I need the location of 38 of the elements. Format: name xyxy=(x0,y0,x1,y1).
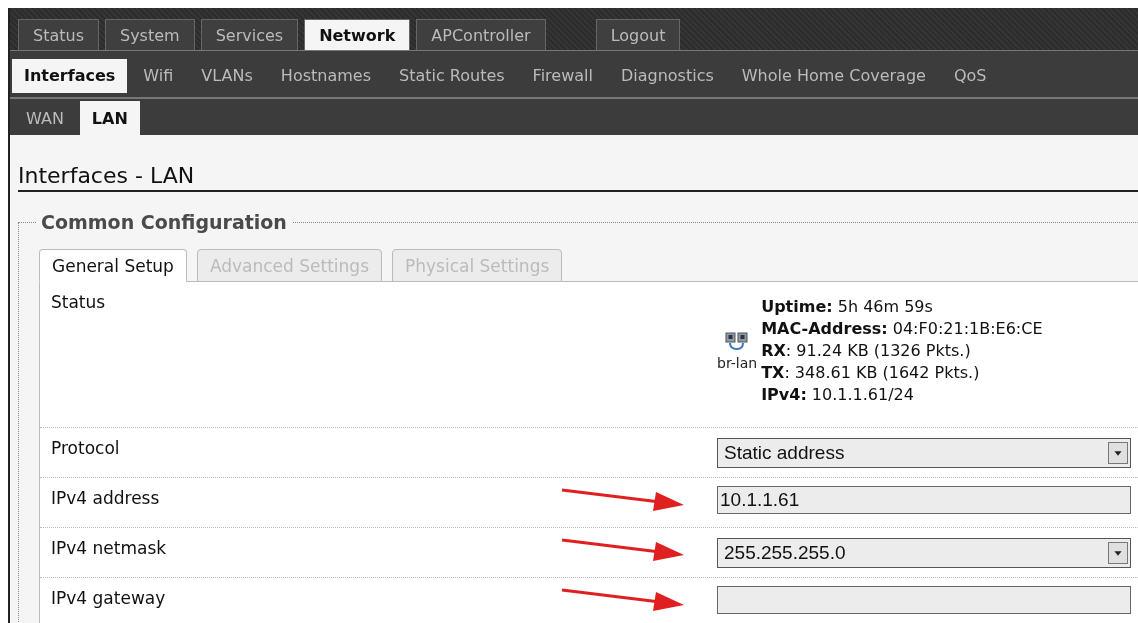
main-tab[interactable]: Network xyxy=(304,19,411,50)
input-field[interactable]: 10.1.1.61 xyxy=(717,486,1131,514)
section-legend: Common Configuration xyxy=(37,211,293,233)
field-label: Protocol xyxy=(51,438,121,458)
sub-tab[interactable]: Interfaces xyxy=(12,58,128,93)
sub-tab[interactable]: Wifi xyxy=(131,58,186,93)
sub-tab[interactable]: Diagnostics xyxy=(608,58,726,93)
select-field[interactable]: 255.255.255.0 xyxy=(717,538,1131,568)
caret-icon xyxy=(1108,442,1128,464)
sub-tab[interactable]: Hostnames xyxy=(268,58,383,93)
device-name: br-lan xyxy=(717,355,758,371)
sub-tab[interactable]: Whole Home Coverage xyxy=(729,58,938,93)
caret-icon xyxy=(1108,542,1128,564)
sub-tab[interactable]: QoS xyxy=(941,58,999,93)
main-tab[interactable]: Services xyxy=(200,19,299,50)
select-field[interactable]: Static address xyxy=(717,438,1131,468)
status-line: IPv4: 10.1.1.61/24 xyxy=(761,384,915,406)
status-line: Uptime: 5h 46m 59s xyxy=(761,296,934,318)
main-tab[interactable]: APController xyxy=(416,19,546,50)
field-label: Status xyxy=(51,292,107,312)
field-label: IPv4 netmask xyxy=(51,538,168,558)
main-tab[interactable]: Logout xyxy=(595,19,681,50)
field-label: IPv4 address xyxy=(51,488,161,508)
field-label: IPv4 gateway xyxy=(51,588,167,608)
main-tab[interactable]: Status xyxy=(18,19,99,50)
main-tab[interactable]: System xyxy=(105,19,195,50)
interface-tab[interactable]: LAN xyxy=(79,101,140,135)
network-ports-icon xyxy=(725,331,750,351)
input-field[interactable] xyxy=(717,586,1131,614)
sub-tab[interactable]: Firewall xyxy=(520,58,605,93)
settings-tab[interactable]: General Setup xyxy=(39,249,187,282)
status-line: RX: 91.24 KB (1326 Pkts.) xyxy=(761,340,972,362)
interface-tab[interactable]: WAN xyxy=(14,101,76,135)
page-heading: Interfaces - LAN xyxy=(18,163,1138,192)
sub-tab[interactable]: Static Routes xyxy=(387,58,517,93)
status-line: MAC-Address: 04:F0:21:1B:E6:CE xyxy=(761,318,1043,340)
sub-tab[interactable]: VLANs xyxy=(189,58,265,93)
status-line: TX: 348.61 KB (1642 Pkts.) xyxy=(761,362,981,384)
